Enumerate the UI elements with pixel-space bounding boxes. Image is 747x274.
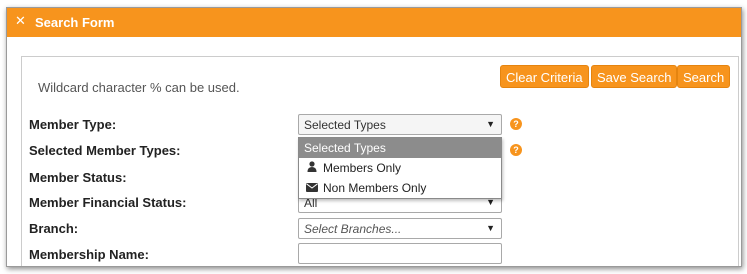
member-type-dropdown: Selected Types Members Only Non Members … bbox=[298, 137, 502, 199]
member-type-value: Selected Types bbox=[304, 118, 386, 132]
envelope-icon bbox=[306, 178, 318, 198]
person-icon bbox=[306, 158, 318, 178]
selected-member-types-label: Selected Member Types: bbox=[29, 143, 181, 158]
chevron-down-icon: ▼ bbox=[486, 119, 495, 129]
dropdown-option-members-only[interactable]: Members Only bbox=[299, 158, 501, 178]
member-type-label: Member Type: bbox=[29, 117, 117, 132]
clear-criteria-button[interactable]: Clear Criteria bbox=[500, 65, 589, 88]
close-icon[interactable]: ✕ bbox=[15, 13, 26, 29]
dropdown-option-label: Non Members Only bbox=[323, 181, 427, 195]
save-search-button[interactable]: Save Search bbox=[591, 65, 678, 88]
dropdown-option-selected-types[interactable]: Selected Types bbox=[299, 138, 501, 158]
title-bar: ✕ Search Form bbox=[7, 8, 741, 37]
window-title: Search Form bbox=[35, 15, 115, 30]
member-status-label: Member Status: bbox=[29, 170, 127, 185]
help-icon[interactable]: ? bbox=[510, 118, 522, 130]
search-button[interactable]: Search bbox=[677, 65, 731, 88]
membership-name-input[interactable] bbox=[298, 243, 502, 264]
wildcard-hint: Wildcard character % can be used. bbox=[38, 80, 240, 95]
branch-label: Branch: bbox=[29, 221, 79, 236]
chevron-down-icon: ▼ bbox=[486, 223, 495, 233]
dropdown-option-non-members-only[interactable]: Non Members Only bbox=[299, 178, 501, 198]
branch-placeholder: Select Branches... bbox=[304, 222, 402, 236]
membership-name-label: Membership Name: bbox=[29, 247, 149, 262]
dropdown-option-label: Members Only bbox=[323, 161, 402, 175]
member-type-select[interactable]: Selected Types ▼ bbox=[298, 114, 502, 135]
help-icon[interactable]: ? bbox=[510, 144, 522, 156]
member-financial-status-label: Member Financial Status: bbox=[29, 195, 187, 210]
branch-select[interactable]: Select Branches... ▼ bbox=[298, 218, 502, 239]
search-form-window: ✕ Search Form Wildcard character % can b… bbox=[6, 7, 742, 267]
